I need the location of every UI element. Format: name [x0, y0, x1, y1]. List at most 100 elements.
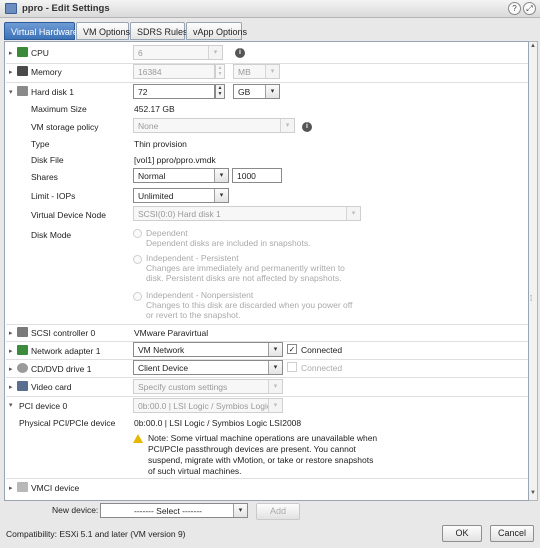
radio-independent-nonpersistent[interactable] — [133, 292, 142, 301]
mode-title: Independent - Nonpersistent — [146, 290, 254, 300]
tab-sdrs-rules[interactable]: SDRS Rules — [130, 22, 188, 40]
scsi-value: VMware Paravirtual — [134, 328, 209, 338]
disk-file-value: [vol1] ppro/ppro.vmdk — [134, 155, 216, 165]
network-connected-checkbox[interactable]: ✓ — [287, 344, 297, 354]
chevron-down-icon: ▾ — [268, 343, 282, 356]
network-icon — [17, 345, 28, 355]
mode-desc: Changes are immediately and permanently … — [146, 263, 345, 283]
physical-pci-label: Physical PCI/PCIe device — [19, 418, 116, 428]
chevron-down-icon: ▾ — [268, 361, 282, 374]
cpu-label: CPU — [31, 48, 49, 58]
chevron-down-icon: ▾ — [346, 207, 360, 220]
hard-disk-collapse-icon[interactable]: ▾ — [9, 88, 13, 96]
memory-input[interactable]: 16384 — [133, 64, 215, 79]
tab-vapp-options[interactable]: vApp Options — [186, 22, 247, 40]
scroll-down-icon[interactable]: ▼ — [529, 490, 537, 499]
panel-scrollbar[interactable]: ▲ ⁞ ▼ — [529, 41, 538, 501]
memory-unit-select[interactable]: MB ▾ — [233, 64, 280, 79]
vmci-expand-icon[interactable]: ▸ — [9, 484, 13, 492]
shares-number-input[interactable]: 1000 — [232, 168, 282, 183]
type-label: Type — [31, 139, 50, 149]
physical-pci-value: 0b:00.0 | LSI Logic / Symbios Logic LSI2… — [134, 418, 302, 428]
tab-vm-options[interactable]: VM Options — [76, 22, 130, 40]
divider — [6, 324, 528, 325]
limit-iops-select[interactable]: Unlimited ▾ — [133, 188, 229, 203]
shares-select[interactable]: Normal ▾ — [133, 168, 229, 183]
pci-collapse-icon[interactable]: ▾ — [9, 401, 13, 409]
compatibility-text: Compatibility: ESXi 5.1 and later (VM ve… — [6, 529, 186, 539]
mode-desc: Dependent disks are included in snapshot… — [146, 238, 311, 248]
cpu-icon — [17, 47, 28, 57]
vdn-label: Virtual Device Node — [31, 210, 106, 220]
info-icon[interactable]: i — [235, 48, 245, 58]
hard-disk-unit-select[interactable]: GB ▾ — [233, 84, 280, 99]
network-select[interactable]: VM Network ▾ — [133, 342, 283, 357]
type-value: Thin provision — [134, 139, 187, 149]
video-select[interactable]: Specify custom settings ▾ — [133, 379, 283, 394]
virtual-hardware-panel: ▸ CPU 6 ▾ i ▸ Memory 16384 ▲ ▼ MB ▾ ▾ Hard … — [4, 41, 529, 501]
vmci-label: VMCI device — [31, 483, 80, 493]
divider — [6, 396, 528, 397]
max-size-label: Maximum Size — [31, 104, 87, 114]
chevron-down-icon: ▾ — [208, 46, 222, 59]
add-device-button[interactable]: Add — [256, 503, 300, 520]
pci-select[interactable]: 0b:00.0 | LSI Logic / Symbios Logic LSI ▾ — [133, 398, 283, 413]
cddvd-icon — [17, 363, 28, 373]
network-expand-icon[interactable]: ▸ — [9, 347, 13, 355]
chevron-down-icon: ▾ — [265, 65, 279, 78]
cddvd-connected-checkbox[interactable] — [287, 362, 297, 372]
memory-expand-icon[interactable]: ▸ — [9, 68, 13, 76]
memory-icon — [17, 66, 28, 76]
cpu-expand-icon[interactable]: ▸ — [9, 49, 13, 57]
mode-title: Dependent — [146, 228, 188, 238]
vmci-icon — [17, 482, 28, 492]
chevron-down-icon: ▾ — [214, 169, 228, 182]
chevron-down-icon: ▾ — [265, 85, 279, 98]
chevron-down-icon: ▾ — [268, 399, 282, 412]
max-size-value: 452.17 GB — [134, 104, 175, 114]
mode-dependent-text: Dependent Dependent disks are included i… — [146, 228, 346, 248]
mode-nonpersistent-text: Independent - Nonpersistent Changes to t… — [146, 290, 356, 320]
vm-icon — [5, 3, 17, 14]
pci-note: Note: Some virtual machine operations ar… — [148, 433, 378, 476]
new-device-label: New device: — [52, 505, 99, 515]
tab-virtual-hardware[interactable]: Virtual Hardware — [4, 22, 78, 40]
cddvd-expand-icon[interactable]: ▸ — [9, 365, 13, 373]
cddvd-label: CD/DVD drive 1 — [31, 364, 92, 374]
disk-mode-label: Disk Mode — [31, 230, 72, 240]
memory-stepper[interactable]: ▲ ▼ — [215, 64, 225, 79]
mode-persistent-text: Independent - Persistent Changes are imm… — [146, 253, 356, 283]
storage-policy-select[interactable]: None ▾ — [133, 118, 295, 133]
pci-label: PCI device 0 — [19, 401, 68, 411]
cancel-button[interactable]: Cancel — [490, 525, 534, 542]
cddvd-connected-label: Connected — [301, 363, 343, 373]
chevron-down-icon: ▾ — [280, 119, 294, 132]
vdn-select[interactable]: SCSI(0:0) Hard disk 1 ▾ — [133, 206, 361, 221]
video-expand-icon[interactable]: ▸ — [9, 383, 13, 391]
hard-disk-size-input[interactable]: 72 — [133, 84, 215, 99]
help-icon[interactable]: ? — [508, 2, 521, 15]
title-bar: ppro - Edit Settings ? ⤢ — [0, 0, 540, 18]
hard-disk-label: Hard disk 1 — [31, 87, 74, 97]
network-label: Network adapter 1 — [31, 346, 101, 356]
scroll-up-icon[interactable]: ▲ — [529, 43, 537, 52]
radio-independent-persistent[interactable] — [133, 255, 142, 264]
new-device-select[interactable]: ------- Select ------- ▾ — [100, 503, 248, 518]
ok-button[interactable]: OK — [442, 525, 482, 542]
network-connected-label: Connected — [301, 345, 343, 355]
hard-disk-size-stepper[interactable]: ▲ ▼ — [215, 84, 225, 99]
cpu-select[interactable]: 6 ▾ — [133, 45, 223, 60]
scsi-label: SCSI controller 0 — [31, 328, 96, 338]
info-icon[interactable]: i — [302, 122, 312, 132]
chevron-down-icon: ▾ — [268, 380, 282, 393]
divider — [6, 82, 528, 83]
window-title: ppro - Edit Settings — [22, 3, 110, 14]
scroll-grip-icon[interactable]: ⁞ — [530, 294, 532, 303]
expand-icon[interactable]: ⤢ — [523, 2, 536, 15]
divider — [6, 478, 528, 479]
scsi-expand-icon[interactable]: ▸ — [9, 329, 13, 337]
warning-icon — [133, 434, 143, 443]
divider — [6, 377, 528, 378]
cddvd-select[interactable]: Client Device ▾ — [133, 360, 283, 375]
radio-dependent[interactable] — [133, 229, 142, 238]
